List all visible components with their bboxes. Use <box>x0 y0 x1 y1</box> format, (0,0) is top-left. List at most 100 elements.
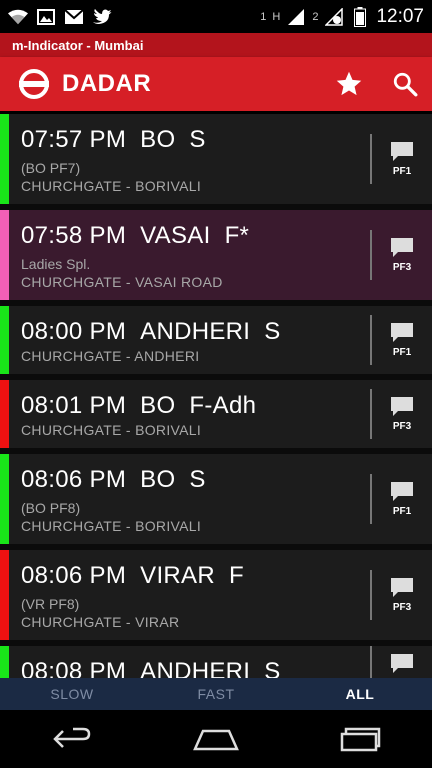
back-icon[interactable] <box>42 719 102 759</box>
platform-button[interactable]: PF1 <box>372 322 432 358</box>
train-time: 08:06 PM <box>21 466 127 493</box>
train-route: CHURCHGATE - ANDHERI <box>21 348 200 364</box>
image-icon <box>36 7 56 27</box>
train-type: F* <box>224 222 250 249</box>
train-type-stripe <box>0 210 9 300</box>
station-name: DADAR <box>62 70 152 97</box>
search-icon[interactable] <box>390 69 420 99</box>
train-destination: BO <box>140 126 176 153</box>
platform-button[interactable]: PF3 <box>372 577 432 613</box>
train-note: (BO PF8) <box>21 500 81 516</box>
train-time: 07:57 PM <box>21 126 127 153</box>
train-destination: BO <box>140 392 176 419</box>
platform-label: PF1 <box>392 506 412 517</box>
train-row[interactable]: 07:58 PM VASAI F* Ladies Spl. CHURCHGATE -… <box>0 210 432 306</box>
recents-icon[interactable] <box>330 719 390 759</box>
message-icon <box>391 482 413 501</box>
train-route: CHURCHGATE - VASAI ROAD <box>21 274 223 290</box>
train-note: Ladies Spl. <box>21 256 91 272</box>
train-type: S <box>264 658 281 678</box>
train-destination: ANDHERI <box>140 318 251 345</box>
train-heading: 08:08 PM ANDHERI S <box>21 658 370 678</box>
message-icon <box>391 654 413 673</box>
wifi-icon <box>8 7 28 27</box>
train-heading: 08:01 PM BO F-Adh <box>21 392 370 420</box>
train-route: CHURCHGATE - BORIVALI <box>21 518 202 534</box>
signal-icon <box>286 7 306 27</box>
train-heading: 08:06 PM BO S <box>21 466 370 494</box>
tab-slow[interactable]: SLOW <box>0 678 144 710</box>
train-heading: 07:58 PM VASAI F* <box>21 222 370 250</box>
train-type-stripe <box>0 306 9 374</box>
train-type-stripe <box>0 550 9 640</box>
train-type: S <box>189 466 206 493</box>
filter-tabs: SLOW FAST ALL <box>0 678 432 710</box>
train-destination: VIRAR <box>140 562 215 589</box>
platform-button[interactable]: PF3 <box>372 396 432 432</box>
train-note: (BO PF7) <box>21 160 81 176</box>
tab-fast[interactable]: FAST <box>144 678 288 710</box>
status-bar: 1 H 2 12:07 <box>0 0 432 33</box>
status-time: 12:07 <box>376 5 424 27</box>
network-type: H <box>272 10 281 23</box>
navigation-bar <box>0 710 432 768</box>
train-type-stripe <box>0 114 9 204</box>
message-icon <box>391 142 413 161</box>
twitter-icon <box>92 7 112 27</box>
message-icon <box>391 323 413 342</box>
train-time: 08:01 PM <box>21 392 127 419</box>
train-route: CHURCHGATE - BORIVALI <box>21 178 202 194</box>
train-heading: 08:00 PM ANDHERI S <box>21 318 370 346</box>
message-icon <box>391 238 413 257</box>
train-row[interactable]: 08:06 PM VIRAR F (VR PF8) CHURCHGATE - VIR… <box>0 550 432 646</box>
train-type: S <box>264 318 281 345</box>
railway-logo-icon <box>19 69 49 99</box>
train-destination: BO <box>140 466 176 493</box>
train-type: S <box>189 126 206 153</box>
platform-label: PF1 <box>392 166 412 177</box>
train-row[interactable]: 08:08 PM ANDHERI S PF1 <box>0 646 432 678</box>
platform-button[interactable]: PF1 <box>372 481 432 517</box>
app-title-bar: m-Indicator - Mumbai <box>0 33 432 57</box>
train-heading: 07:57 PM BO S <box>21 126 370 154</box>
platform-label: PF3 <box>392 602 412 613</box>
train-time: 08:08 PM <box>21 658 127 678</box>
platform-label: PF3 <box>392 262 412 273</box>
train-time: 08:00 PM <box>21 318 127 345</box>
sim1-label: 1 <box>260 10 267 23</box>
train-destination: VASAI <box>140 222 211 249</box>
train-type: F <box>229 562 244 589</box>
star-icon[interactable] <box>334 69 364 99</box>
train-type-stripe <box>0 646 9 678</box>
train-row[interactable]: 08:06 PM BO S (BO PF8) CHURCHGATE - BORIVA… <box>0 454 432 550</box>
home-icon[interactable] <box>186 719 246 759</box>
signal-icon <box>324 7 344 27</box>
platform-button[interactable]: PF1 <box>372 141 432 177</box>
train-row[interactable]: 07:57 PM BO S (BO PF7) CHURCHGATE - BORIVA… <box>0 114 432 210</box>
train-route: CHURCHGATE - VIRAR <box>21 614 180 630</box>
message-icon <box>391 578 413 597</box>
train-time: 07:58 PM <box>21 222 127 249</box>
train-destination: ANDHERI <box>140 658 251 678</box>
train-row[interactable]: 08:01 PM BO F-Adh CHURCHGATE - BORIVALI PF… <box>0 380 432 454</box>
toolbar: DADAR <box>0 57 432 111</box>
train-route: CHURCHGATE - BORIVALI <box>21 422 202 438</box>
platform-button[interactable]: PF1 <box>372 653 432 678</box>
train-type: F-Adh <box>189 392 257 419</box>
sim2-label: 2 <box>312 10 319 23</box>
platform-button[interactable]: PF3 <box>372 237 432 273</box>
train-type-stripe <box>0 454 9 544</box>
tab-all[interactable]: ALL <box>288 678 432 710</box>
battery-icon <box>350 6 370 27</box>
train-list[interactable]: 07:57 PM BO S (BO PF7) CHURCHGATE - BORIVA… <box>0 114 432 678</box>
train-note: (VR PF8) <box>21 596 80 612</box>
app-title: m-Indicator - Mumbai <box>12 37 144 53</box>
train-time: 08:06 PM <box>21 562 127 589</box>
train-type-stripe <box>0 380 9 448</box>
train-row[interactable]: 08:00 PM ANDHERI S CHURCHGATE - ANDHERI PF… <box>0 306 432 380</box>
platform-label: PF3 <box>392 421 412 432</box>
gmail-icon <box>64 7 84 27</box>
platform-label: PF1 <box>392 347 412 358</box>
train-heading: 08:06 PM VIRAR F <box>21 562 370 590</box>
message-icon <box>391 397 413 416</box>
